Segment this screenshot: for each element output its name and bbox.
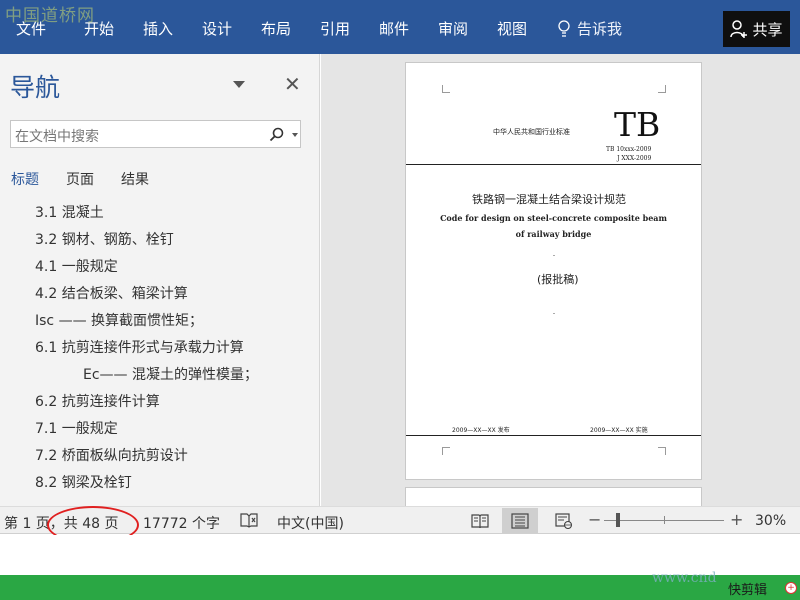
zoom-level[interactable]: 30% xyxy=(755,513,786,529)
lightbulb-icon xyxy=(558,19,570,37)
zoom-in-button[interactable]: + xyxy=(730,510,743,529)
print-layout-button[interactable] xyxy=(502,508,538,533)
search-placeholder: 在文档中搜索 xyxy=(15,129,99,145)
share-label: 共享 xyxy=(752,20,783,39)
web-layout-button[interactable] xyxy=(546,508,582,533)
nav-heading-8-2[interactable]: 8.2 钢梁及栓钉 xyxy=(35,472,132,492)
tab-pages[interactable]: 页面 xyxy=(66,169,94,189)
doc-code: TB 10xxx-2009 J XXX-2009 xyxy=(606,145,651,163)
language[interactable]: 中文(中国) xyxy=(277,513,344,533)
navigation-pane: 导航 ✕ 在文档中搜索 标题 页面 结果 3.1 混凝土 3.2 钢材、钢筋、栓… xyxy=(0,54,320,506)
plus-icon: + xyxy=(785,582,797,594)
doc-tb-mark: TB xyxy=(614,105,661,144)
tab-results[interactable]: 结果 xyxy=(121,169,149,189)
print-layout-icon xyxy=(511,512,529,529)
doc-code-2: J XXX-2009 xyxy=(617,155,652,162)
document-page[interactable]: 中华人民共和国行业标准 TB TB 10xxx-2009 J XXX-2009 … xyxy=(405,62,702,480)
nav-heading-isc[interactable]: Isc —— 换算截面惯性矩； xyxy=(35,310,203,330)
web-layout-icon xyxy=(555,512,573,529)
person-add-icon xyxy=(730,20,748,38)
nav-heading-3-2[interactable]: 3.2 钢材、钢筋、栓钉 xyxy=(35,229,174,249)
nav-heading-6-1[interactable]: 6.1 抗剪连接件形式与承载力计算 xyxy=(35,337,244,357)
zoom-out-button[interactable]: − xyxy=(588,510,601,529)
nav-heading-4-2[interactable]: 4.2 结合板梁、箱梁计算 xyxy=(35,283,188,303)
nav-heading-7-1[interactable]: 7.1 一般规定 xyxy=(35,418,118,438)
nav-heading-6-2[interactable]: 6.2 抗剪连接件计算 xyxy=(35,391,160,411)
search-icon[interactable] xyxy=(269,127,284,142)
share-button[interactable]: 共享 xyxy=(723,11,790,47)
tab-design[interactable]: 设计 xyxy=(202,18,232,39)
zoom-100-tick xyxy=(664,516,665,524)
chevron-down-icon[interactable] xyxy=(292,133,298,137)
ribbon: 文件 开始 插入 设计 布局 引用 邮件 审阅 视图 告诉我 共享 中国道桥网 xyxy=(0,0,800,54)
nav-heading-ec[interactable]: Ec—— 混凝土的弹性模量； xyxy=(83,364,258,384)
nav-options-dropdown-icon[interactable] xyxy=(233,81,245,88)
tab-review[interactable]: 审阅 xyxy=(438,18,468,39)
doc-rule xyxy=(406,435,701,436)
paragraph-mark xyxy=(553,255,555,256)
close-icon[interactable]: ✕ xyxy=(284,72,301,96)
word-count[interactable]: 17772 个字 xyxy=(143,513,220,533)
watermark-top: 中国道桥网 xyxy=(5,6,95,26)
zoom-slider-thumb[interactable] xyxy=(616,513,620,527)
watermark-bottom: www.cnd xyxy=(652,570,717,586)
tab-headings[interactable]: 标题 xyxy=(11,169,39,189)
nav-heading-7-2[interactable]: 7.2 桥面板纵向抗剪设计 xyxy=(35,445,188,465)
doc-title-en-2: of railway bridge xyxy=(515,229,592,239)
tab-mailings[interactable]: 邮件 xyxy=(379,18,409,39)
doc-draft: (报批稿) xyxy=(537,273,579,286)
margin-mark xyxy=(442,447,450,455)
blank-strip xyxy=(0,535,800,575)
nav-pane-title: 导航 xyxy=(10,73,61,102)
book-icon xyxy=(471,513,489,528)
margin-mark xyxy=(658,85,666,93)
tab-insert[interactable]: 插入 xyxy=(143,18,173,39)
proofing-icon[interactable] xyxy=(239,512,259,528)
tab-view[interactable]: 视图 xyxy=(497,18,527,39)
document-area[interactable]: 中华人民共和国行业标准 TB TB 10xxx-2009 J XXX-2009 … xyxy=(321,54,800,517)
margin-mark xyxy=(658,447,666,455)
doc-code-1: TB 10xxx-2009 xyxy=(606,146,652,153)
doc-rule xyxy=(406,164,701,165)
read-mode-button[interactable] xyxy=(462,508,498,533)
doc-title-cn: 铁路钢一混凝土结合梁设计规范 xyxy=(472,193,626,206)
nav-heading-3-1[interactable]: 3.1 混凝土 xyxy=(35,202,104,222)
tell-me-search[interactable]: 告诉我 xyxy=(557,18,622,39)
paragraph-mark xyxy=(553,313,555,314)
doc-issue-date: 2009—XX—XX 发布 xyxy=(452,427,510,434)
margin-mark xyxy=(442,85,450,93)
tell-me-label: 告诉我 xyxy=(577,20,623,38)
nav-heading-4-1[interactable]: 4.1 一般规定 xyxy=(35,256,118,276)
doc-title-en-1: Code for design on steel-concrete compos… xyxy=(440,213,667,223)
search-input[interactable]: 在文档中搜索 xyxy=(10,120,301,148)
doc-org: 中华人民共和国行业标准 xyxy=(493,128,570,136)
tab-references[interactable]: 引用 xyxy=(320,18,350,39)
doc-impl-date: 2009—XX—XX 实施 xyxy=(590,427,648,434)
clip-label: 快剪辑 xyxy=(728,583,768,598)
tab-layout[interactable]: 布局 xyxy=(261,18,291,39)
